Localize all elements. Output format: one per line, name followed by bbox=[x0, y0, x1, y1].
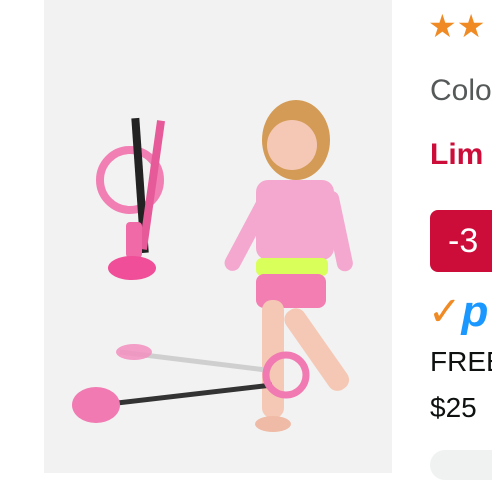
rating-stars[interactable]: ★★ bbox=[428, 8, 485, 44]
girl-figure bbox=[224, 100, 353, 432]
toy-upright bbox=[96, 117, 166, 280]
free-delivery-text: FREE bbox=[430, 346, 492, 377]
prime-letter: p bbox=[461, 287, 489, 336]
discount-badge: -3 bbox=[430, 210, 492, 272]
prime-check-icon: ✓ bbox=[428, 290, 462, 334]
product-image[interactable] bbox=[44, 0, 392, 473]
prime-logo: ✓ p bbox=[428, 287, 489, 336]
add-to-cart-button-stub[interactable] bbox=[430, 450, 492, 480]
delivery-threshold: $25 bbox=[430, 392, 477, 423]
product-photo bbox=[72, 100, 353, 432]
colour-label: Colo bbox=[430, 74, 492, 107]
deal-label: Lim bbox=[430, 138, 484, 171]
